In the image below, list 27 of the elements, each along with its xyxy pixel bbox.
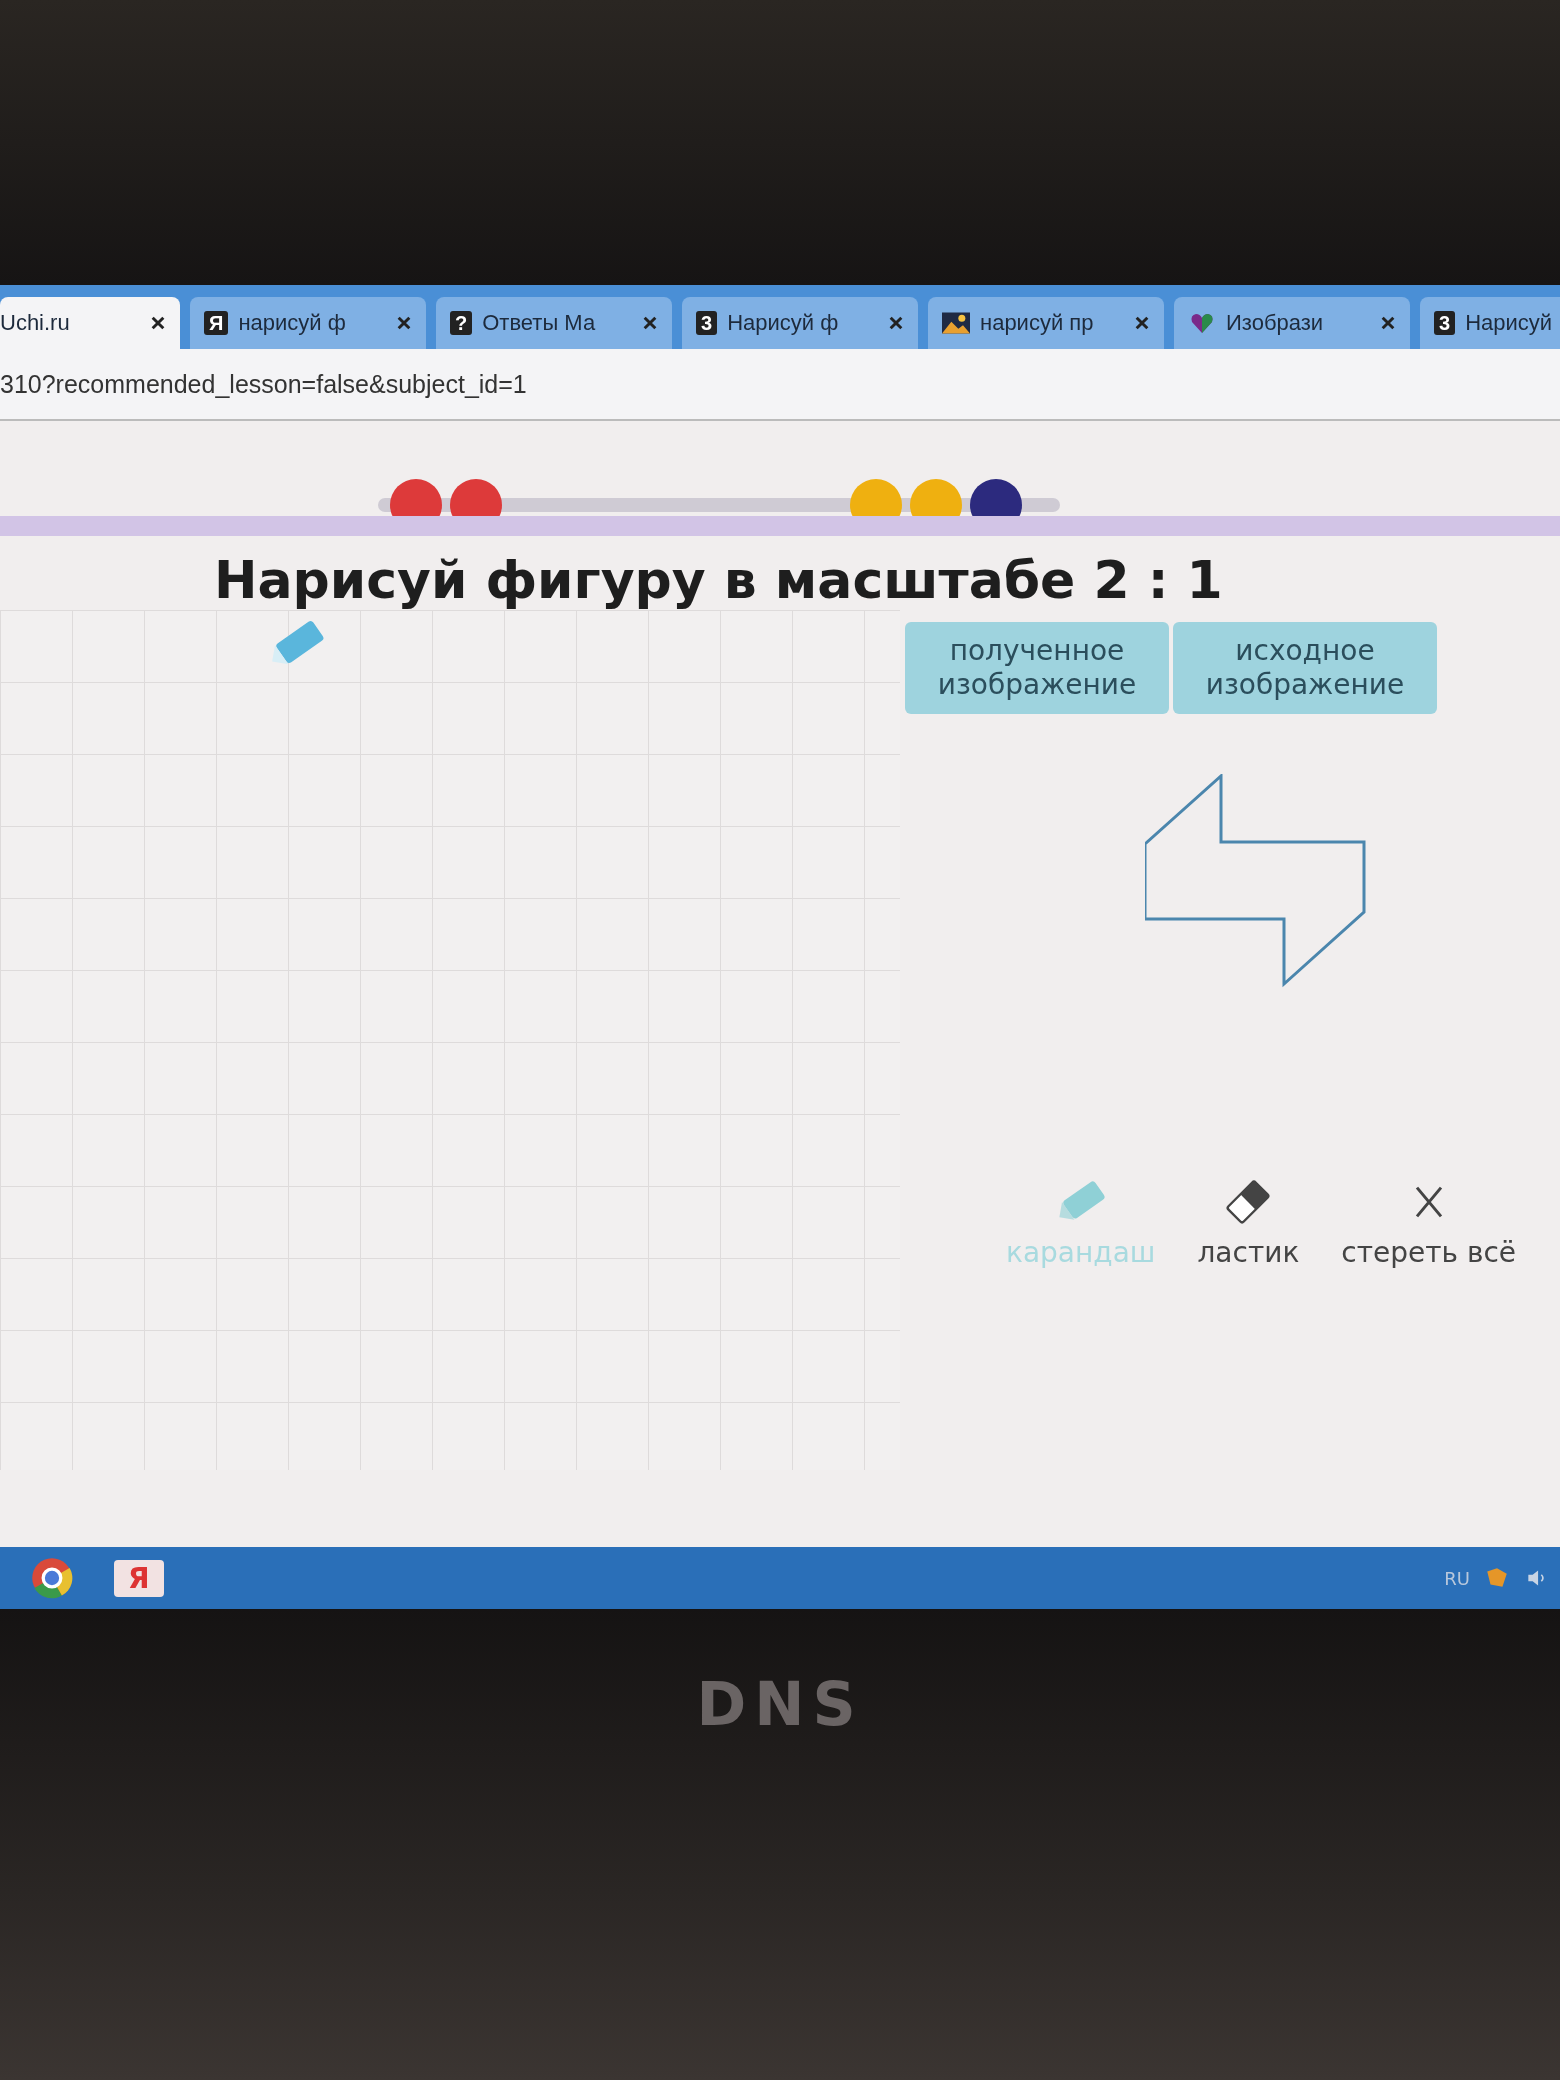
close-icon	[1134, 315, 1150, 331]
close-icon	[150, 315, 166, 331]
browser-tab[interactable]: 3 Нарисуй ф	[682, 297, 918, 349]
browser-tab[interactable]: Изобрази	[1174, 297, 1410, 349]
browser-tab[interactable]: Я нарисуй ф	[190, 297, 426, 349]
image-label: полученное изображение	[905, 622, 1169, 714]
tab-favicon: 3	[1434, 311, 1456, 335]
browser-tab[interactable]: Uchi.ru	[0, 297, 180, 349]
close-icon	[1380, 315, 1396, 331]
tab-favicon: ?	[450, 311, 473, 335]
tab-favicon: 3	[696, 311, 718, 335]
laptop-logo: DNS	[696, 1669, 864, 1739]
close-icon	[642, 315, 658, 331]
chrome-icon[interactable]	[30, 1556, 74, 1600]
task-title: Нарисуй фигуру в масштабе 2 : 1	[214, 550, 1224, 610]
browser-tab[interactable]: ? Ответы Ма	[436, 297, 672, 349]
address-text[interactable]: 310?recommended_lesson=false&subject_id=1	[0, 369, 527, 399]
yandex-icon[interactable]: Я	[114, 1559, 164, 1597]
tool-button[interactable]: стереть всё	[1335, 1174, 1523, 1273]
browser-tab[interactable]: 3 Нарисуй	[1420, 297, 1560, 349]
tab-favicon: Я	[204, 311, 229, 335]
browser-tab[interactable]: нарисуй пр	[928, 297, 1164, 349]
tool-button[interactable]: ластик	[1191, 1174, 1306, 1273]
image-label: исходное изображение	[1173, 622, 1437, 714]
close-icon	[888, 315, 904, 331]
close-icon	[396, 315, 412, 331]
picture-icon	[942, 312, 970, 334]
